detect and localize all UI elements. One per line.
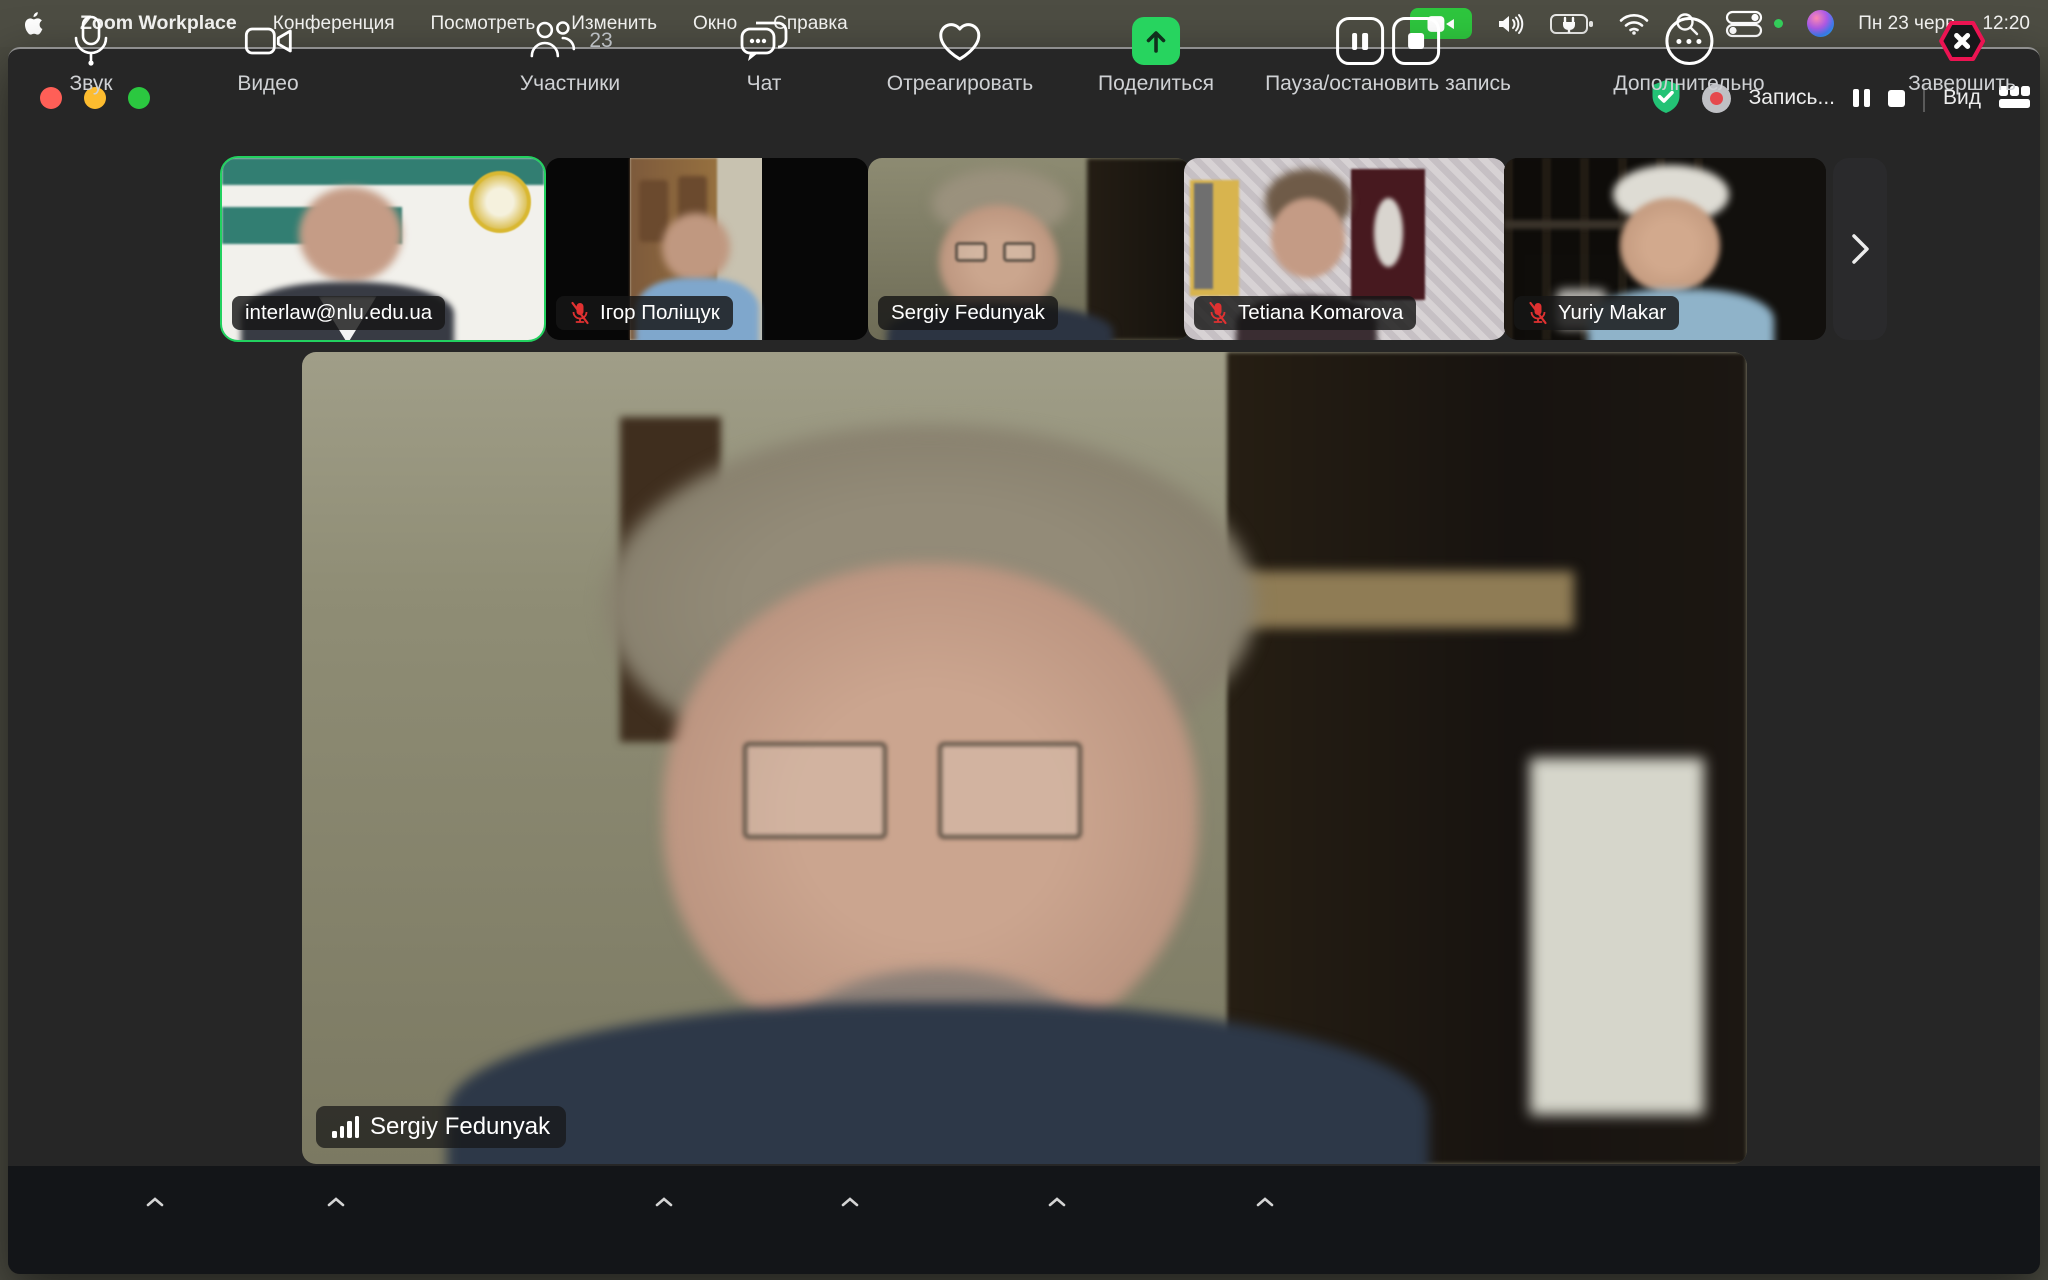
end-meeting-button[interactable]: Завершить <box>1908 14 2016 96</box>
stop-recording-button[interactable] <box>1888 90 1905 107</box>
poster-figure <box>1374 198 1403 267</box>
participants-button[interactable]: 23 Участники <box>520 14 620 96</box>
muted-mic-icon <box>569 301 591 325</box>
participants-options-chevron[interactable] <box>652 1192 676 1212</box>
poster-figure <box>1194 183 1213 289</box>
participant-name-label: Sergiy Fedunyak <box>878 296 1058 330</box>
react-label: Отреагировать <box>887 72 1033 96</box>
more-label: Дополнительно <box>1613 72 1764 96</box>
share-screen-button[interactable]: Поделиться <box>1098 14 1214 96</box>
chevron-right-icon <box>1847 231 1873 267</box>
video-options-chevron[interactable] <box>324 1192 348 1212</box>
glasses <box>938 742 1083 839</box>
record-label: Пауза/остановить запись <box>1265 72 1511 96</box>
more-button[interactable]: Дополнительно <box>1613 14 1764 96</box>
pause-record-button[interactable] <box>1336 17 1384 65</box>
participant-tile[interactable]: Tetiana Komarova <box>1184 158 1506 340</box>
person-head <box>299 187 402 282</box>
person-head <box>662 213 730 282</box>
camera-icon <box>242 21 294 61</box>
record-controls: Пауза/остановить запись <box>1265 14 1511 96</box>
participants-label: Участники <box>520 72 620 96</box>
signal-bars-icon <box>332 1116 359 1138</box>
pause-recording-button[interactable] <box>1853 89 1870 107</box>
chat-icon <box>738 17 790 65</box>
main-speaker-name-label: Sergiy Fedunyak <box>316 1106 566 1148</box>
next-participants-page-button[interactable] <box>1833 158 1887 340</box>
audio-label: Звук <box>69 72 112 96</box>
apple-icon[interactable] <box>22 11 44 37</box>
end-x-hexagon-icon <box>1937 18 1987 64</box>
battery-charging-icon[interactable] <box>1550 13 1594 35</box>
participant-tile[interactable]: interlaw@nlu.edu.ua <box>222 158 544 340</box>
chat-options-chevron[interactable] <box>838 1192 862 1212</box>
chevron-up-icon <box>145 1196 165 1208</box>
main-speaker-name: Sergiy Fedunyak <box>370 1113 550 1141</box>
participant-name: Sergiy Fedunyak <box>891 301 1045 325</box>
menu-window[interactable]: Окно <box>693 13 737 35</box>
mic-icon <box>69 14 113 68</box>
green-status-dot <box>1774 19 1783 28</box>
ellipsis-icon <box>1665 17 1713 65</box>
participants-count-badge: 23 <box>589 29 612 53</box>
chevron-up-icon <box>1255 1196 1275 1208</box>
window-light <box>1530 758 1703 1115</box>
participant-name: Ігор Поліщук <box>600 301 720 325</box>
participant-name-label: interlaw@nlu.edu.ua <box>232 296 445 330</box>
fullscreen-window-button[interactable] <box>128 87 150 109</box>
person-head <box>1271 198 1345 278</box>
audio-button[interactable]: Звук <box>69 14 113 96</box>
audio-options-chevron[interactable] <box>143 1192 167 1212</box>
shelf-highlight <box>1227 571 1574 628</box>
share-options-chevron[interactable] <box>1253 1192 1277 1212</box>
glasses <box>743 742 888 839</box>
person-head <box>1620 198 1720 293</box>
muted-mic-icon <box>1207 301 1229 325</box>
close-window-button[interactable] <box>40 87 62 109</box>
chevron-up-icon <box>1047 1196 1067 1208</box>
share-label: Поделиться <box>1098 72 1214 96</box>
dark-furniture <box>1087 158 1190 340</box>
participant-tile[interactable]: Yuriy Makar <box>1504 158 1826 340</box>
main-speaker-video <box>302 352 1747 1164</box>
stop-record-button[interactable] <box>1392 17 1440 65</box>
participant-name: Tetiana Komarova <box>1238 301 1403 325</box>
participant-name: interlaw@nlu.edu.ua <box>245 301 432 325</box>
university-emblem <box>469 171 531 233</box>
share-icon <box>1132 17 1180 65</box>
glasses <box>955 242 987 262</box>
muted-mic-icon <box>1527 301 1549 325</box>
participant-name-label: Ігор Поліщук <box>556 296 733 330</box>
video-button[interactable]: Видео <box>237 14 298 96</box>
meeting-toolbar <box>8 1166 2040 1274</box>
chevron-up-icon <box>840 1196 860 1208</box>
participant-tile[interactable]: Sergiy Fedunyak <box>868 158 1190 340</box>
heart-icon <box>935 18 985 64</box>
react-button[interactable]: Отреагировать <box>887 14 1033 96</box>
react-options-chevron[interactable] <box>1045 1192 1069 1212</box>
participant-name: Yuriy Makar <box>1558 301 1666 325</box>
glasses <box>1003 242 1035 262</box>
participant-name-label: Tetiana Komarova <box>1194 296 1416 330</box>
participant-name-label: Yuriy Makar <box>1514 296 1679 330</box>
chevron-up-icon <box>326 1196 346 1208</box>
chat-button[interactable]: Чат <box>738 14 790 96</box>
end-label: Завершить <box>1908 72 2016 96</box>
participants-icon <box>527 18 579 64</box>
chevron-up-icon <box>654 1196 674 1208</box>
siri-icon[interactable] <box>1807 10 1834 37</box>
screen: Zoom Workplace Конференция Посмотреть Из… <box>0 0 2048 1280</box>
video-label: Видео <box>237 72 298 96</box>
chat-label: Чат <box>747 72 782 96</box>
participant-tile[interactable]: Ігор Поліщук <box>546 158 868 340</box>
